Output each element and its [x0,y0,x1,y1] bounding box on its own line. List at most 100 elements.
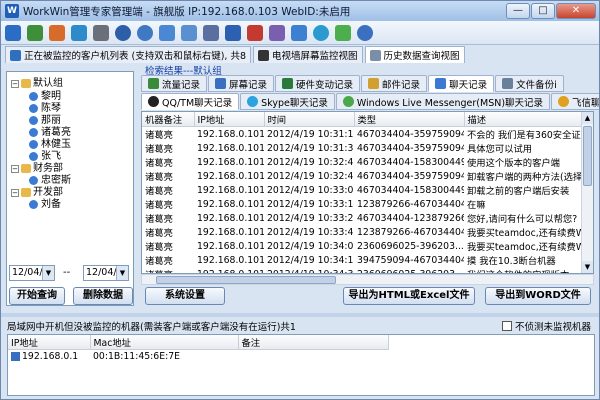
vertical-scrollbar[interactable]: ▲ ▼ [581,112,593,273]
network-icon[interactable] [71,24,87,41]
tree-member[interactable]: 刘备 [29,199,61,210]
tree-member[interactable]: 张飞 [29,151,61,162]
export-word-button[interactable]: 导出到WORD文件 [485,287,591,305]
view-tabs: 正在被监控的客户机列表 (支持双击和鼠标右键), 共8 电视墙屏幕监控视图 历史… [1,45,599,63]
scroll-thumb[interactable] [583,126,592,186]
time-cell: 2012/4/19 10:33:01 [267,184,354,196]
column-header[interactable]: Mac地址 [90,335,239,350]
tab-msn-chat[interactable]: Windows Live Messenger(MSN)聊天记录 [335,93,551,110]
tab-chat-records[interactable]: 聊天记录 [428,75,495,92]
tree-member[interactable]: 那丽 [29,115,61,126]
table-row[interactable]: 诸葛亮 192.168.0.101 2012/4/19 10:31:31 467034… [142,141,582,156]
tab-hardware-records[interactable]: 硬件变动记录 [275,75,361,92]
checkbox-label: 不侦测未监视机器 [514,321,591,333]
tab-traffic-records[interactable]: 流量记录 [141,75,208,92]
minimize-button[interactable]: — [506,3,530,19]
collapse-icon[interactable]: − [11,79,19,88]
tab-screen-records[interactable]: 屏幕记录 [208,75,275,92]
table-row[interactable]: 诸葛亮 192.168.0.101 2012/4/19 10:31:16 467034… [142,127,582,142]
tree-member[interactable]: 黎明 [29,91,61,102]
stop-icon[interactable] [247,24,263,41]
refresh-icon[interactable] [115,24,131,41]
computer-icon [11,351,20,361]
dropdown-arrow-icon[interactable]: ▼ [116,266,128,280]
start-query-button[interactable]: 开始查询 [9,287,65,305]
tab-client-list[interactable]: 正在被监控的客户机列表 (支持双击和鼠标右键), 共8 [5,46,252,63]
tab-label: 文件备份i [516,79,557,91]
tab-video-wall[interactable]: 电视墙屏幕监控视图 [253,46,363,63]
collapse-icon[interactable]: − [11,164,19,173]
scroll-down-icon[interactable]: ▼ [582,261,593,273]
ip-cell: 192.168.0.1 [8,350,90,363]
tree-member[interactable]: 诸葛亮 [29,127,71,138]
ip-cell: 192.168.0.101 [197,212,264,224]
monitor-icon[interactable] [5,24,21,41]
table-row[interactable]: 诸葛亮 192.168.0.101 2012/4/19 10:32:49 467034… [142,169,582,184]
scroll-thumb[interactable] [156,276,336,284]
date-to-picker[interactable]: 12/04/▼ [83,265,129,281]
column-header[interactable]: 类型 [354,112,465,127]
type-cell: 467034404-359759094 [357,128,464,140]
lock-icon[interactable] [291,24,307,41]
search-icon[interactable] [203,24,219,41]
column-header[interactable]: 描述 [464,112,583,127]
unmonitored-machines-table[interactable]: IP地址 Mac地址 备注 192.168.0.1 00:1B:11:45:6E… [7,334,595,396]
table-row[interactable]: 诸葛亮 192.168.0.101 2012/4/19 10:33:43 123879… [142,225,582,240]
dropdown-arrow-icon[interactable]: ▼ [42,266,54,280]
globe-icon[interactable] [313,24,329,41]
column-header[interactable]: 备注 [238,335,389,350]
table-row[interactable]: 诸葛亮 192.168.0.101 2012/4/19 10:33:14 123879… [142,197,582,212]
tab-history-query[interactable]: 历史数据查询视图 [364,46,465,63]
export-html-excel-button[interactable]: 导出为HTML或Excel文件 [343,287,475,305]
system-settings-button[interactable]: 系统设置 [145,287,225,305]
user-icon[interactable] [27,24,43,41]
clock-icon[interactable] [137,24,153,41]
machines-table: IP地址 Mac地址 备注 192.168.0.1 00:1B:11:45:6E… [8,335,389,362]
tab-mail-records[interactable]: 邮件记录 [361,75,428,92]
table-row[interactable]: 诸葛亮192.168.0.1012012/4/19 10:34:33236069… [142,267,582,274]
column-header[interactable]: IP地址 [8,335,91,350]
panel-splitter[interactable] [1,313,599,317]
horizontal-scrollbar[interactable] [141,274,594,285]
close-button[interactable]: ✕ [556,3,596,19]
chat-records-table[interactable]: 机器备注 IP地址 时间 类型 描述 诸葛亮 192.168.0.101 2012/… [141,111,594,274]
settings-icon[interactable] [93,24,109,41]
maximize-button[interactable]: □ [531,3,555,19]
table-row[interactable]: 诸葛亮 192.168.0.101 2012/4/19 10:34:01 236069… [142,239,582,254]
help-icon[interactable] [357,24,373,41]
time-cell: 2012/4/19 10:31:31 [267,142,354,154]
collapse-icon[interactable]: − [11,188,19,197]
pause-icon[interactable] [225,24,241,41]
scroll-up-icon[interactable]: ▲ [582,112,593,124]
palette-icon[interactable] [49,24,65,41]
column-header[interactable]: 机器备注 [142,112,195,127]
tab-fetion-chat[interactable]: 飞信聊ǐ [551,93,599,110]
date-from-picker[interactable]: 12/04/▼ [9,265,55,281]
tab-skype-chat[interactable]: Skype聊天记录 [240,93,335,110]
column-header[interactable]: IP地址 [194,112,265,127]
tab-qq-chat[interactable]: QQ/TM聊天记录 [141,93,240,110]
tab-file-backup[interactable]: 文件备份i [495,75,564,92]
member-name: 张飞 [41,151,61,162]
tree-group[interactable]: − 财务部 [11,163,63,174]
tab-label: 电视墙屏幕监控视图 [272,51,358,62]
chat-app-tabs: QQ/TM聊天记录 Skype聊天记录 Windows Live Messeng… [141,93,599,110]
tree-group[interactable]: − 默认组 [11,78,63,89]
people-icon[interactable] [159,24,175,41]
chat-icon[interactable] [335,24,351,41]
table-row[interactable]: 192.168.0.1 00:1B:11:45:6E:7E [8,350,388,363]
tree-member[interactable]: 林健玉 [29,139,71,150]
tree-member[interactable]: 陈琴 [29,103,61,114]
table-row[interactable]: 诸葛亮 192.168.0.101 2012/4/19 10:33:23 467034… [142,211,582,226]
type-cell: 467034404-359759094 [357,142,464,154]
filter-icon[interactable] [269,24,285,41]
tree-member[interactable]: 忠密斯 [29,175,71,186]
screens-icon[interactable] [181,24,197,41]
table-row[interactable]: 诸葛亮 192.168.0.101 2012/4/19 10:33:01 467034… [142,183,582,198]
table-row[interactable]: 诸葛亮 192.168.0.101 2012/4/19 10:32:40 467034… [142,155,582,170]
column-header[interactable]: 时间 [264,112,355,127]
delete-data-button[interactable]: 删除数据 [73,287,133,305]
table-row[interactable]: 诸葛亮 192.168.0.101 2012/4/19 10:34:14 394759… [142,253,582,268]
skip-unmonitored-checkbox[interactable] [501,320,512,331]
tree-group[interactable]: − 开发部 [11,187,63,198]
